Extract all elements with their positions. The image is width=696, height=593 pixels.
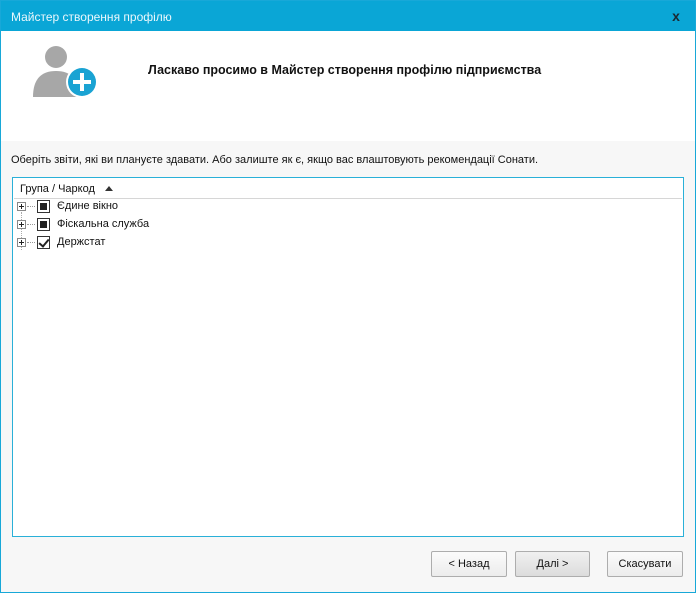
cancel-button[interactable]: Скасувати [607, 551, 683, 577]
close-button[interactable]: x [667, 7, 685, 25]
tree-column-header[interactable]: Група / Чаркод [14, 179, 682, 199]
expand-icon[interactable] [17, 238, 26, 247]
next-button[interactable]: Далі > [515, 551, 590, 577]
back-button[interactable]: < Назад [431, 551, 507, 577]
title-bar[interactable]: Майстер створення профілю x [1, 1, 695, 31]
tree-connector [27, 242, 35, 243]
reports-tree[interactable]: Група / Чаркод Єдине вікно Фіскальна слу… [12, 177, 684, 537]
node-checkbox[interactable] [37, 236, 50, 249]
tree-node[interactable]: Держстат [13, 234, 683, 252]
wizard-window: Майстер створення профілю x Ласкаво прос… [0, 0, 696, 593]
tree-node[interactable]: Фіскальна служба [13, 216, 683, 234]
welcome-heading: Ласкаво просимо в Майстер створення проф… [148, 63, 542, 77]
node-checkbox[interactable] [37, 200, 50, 213]
column-title[interactable]: Група / Чаркод [20, 183, 95, 195]
instruction-text: Оберіть звіти, які ви плануєте здавати. … [11, 154, 539, 166]
node-checkbox[interactable] [37, 218, 50, 231]
window-title: Майстер створення профілю [11, 10, 172, 24]
node-label[interactable]: Єдине вікно [57, 200, 118, 212]
expand-icon[interactable] [17, 220, 26, 229]
expand-icon[interactable] [17, 202, 26, 211]
sort-ascending-icon [105, 186, 113, 191]
tree-connector [27, 206, 35, 207]
node-label[interactable]: Фіскальна служба [57, 218, 149, 230]
tree-connector [27, 224, 35, 225]
wizard-header: Ласкаво просимо в Майстер створення проф… [1, 31, 695, 141]
node-label[interactable]: Держстат [57, 236, 105, 248]
user-add-icon [33, 46, 98, 98]
tree-node[interactable]: Єдине вікно [13, 198, 683, 216]
